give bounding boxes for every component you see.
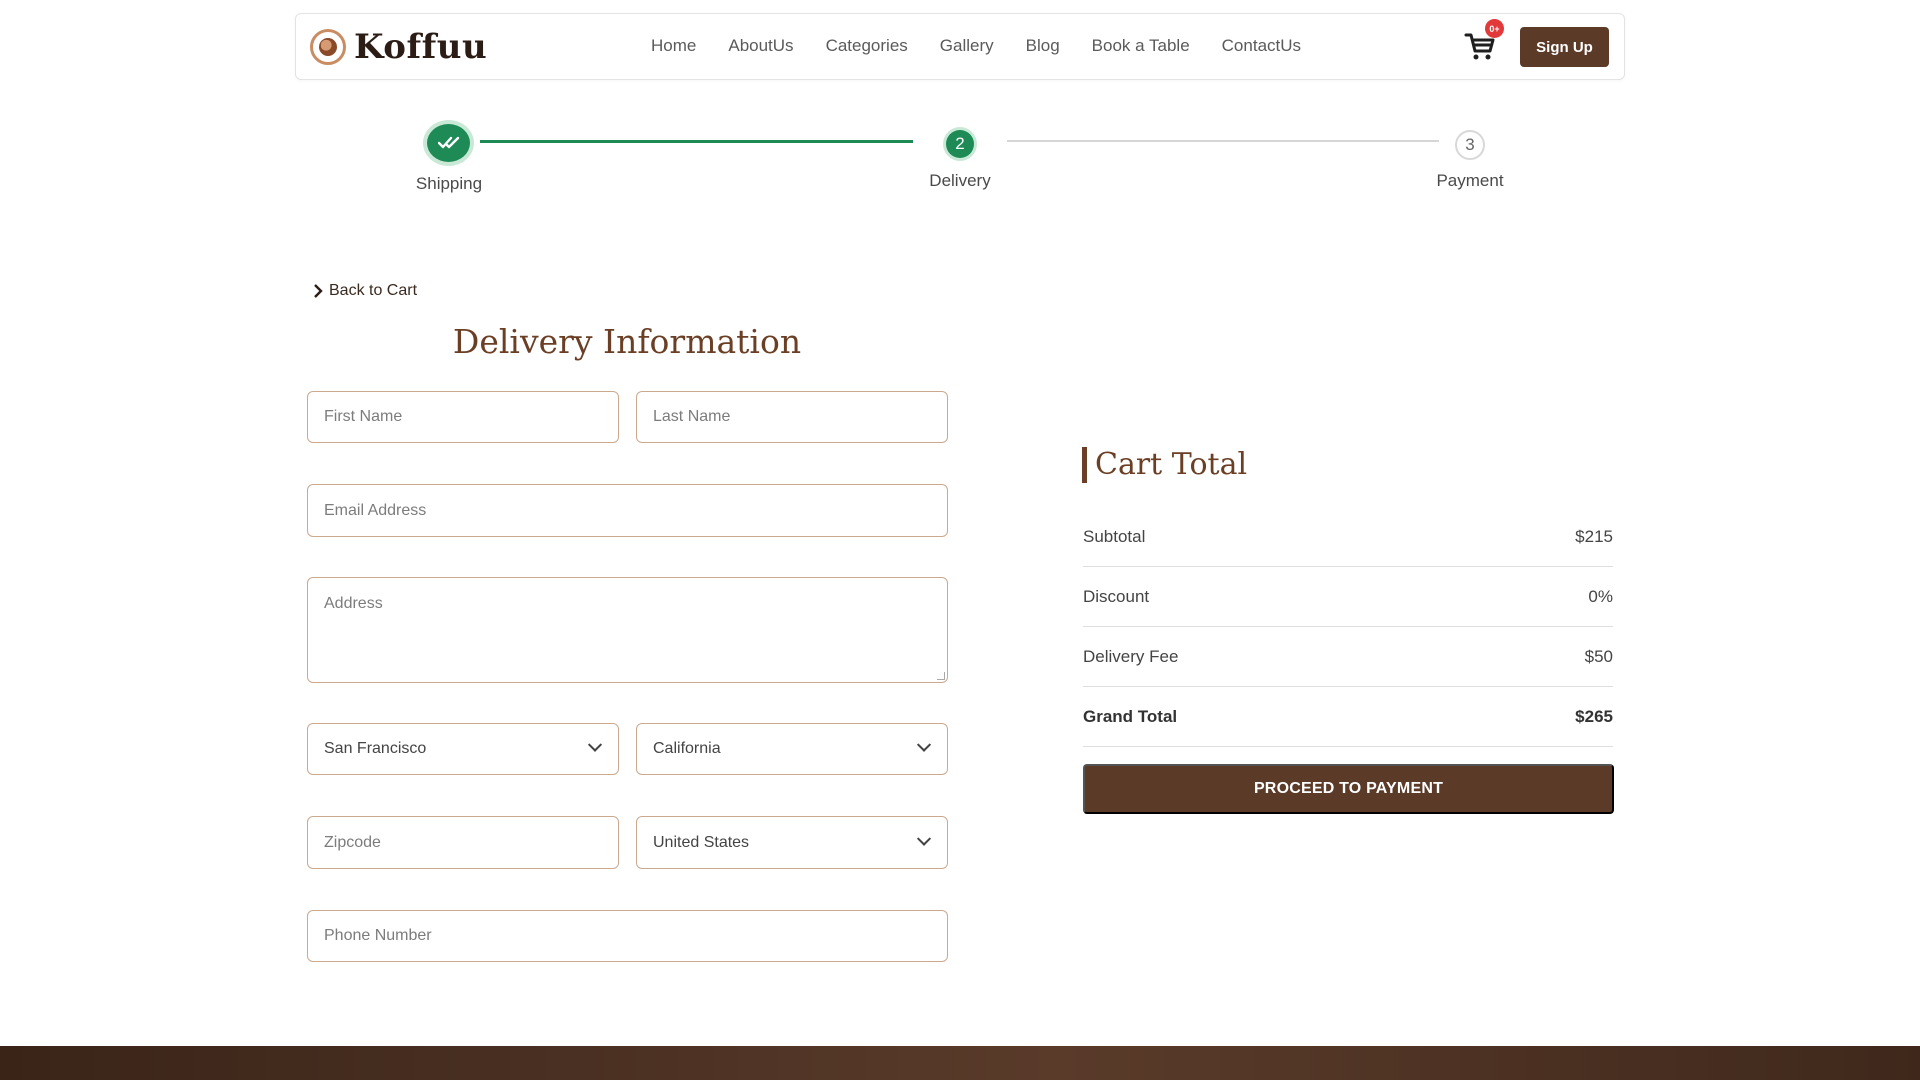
proceed-to-payment-button[interactable]: PROCEED TO PAYMENT — [1083, 764, 1614, 814]
step-label-delivery: Delivery — [929, 171, 991, 190]
city-select-value: San Francisco — [324, 740, 427, 757]
nav-link-book-a-table[interactable]: Book a Table — [1092, 36, 1190, 56]
summary-label: Discount — [1083, 586, 1150, 606]
summary-label: Grand Total — [1083, 706, 1178, 726]
step-shipping-check — [427, 124, 470, 162]
coffee-logo-icon — [310, 29, 346, 65]
summary-row-grand-total: Grand Total $265 — [1083, 687, 1613, 747]
nav-link-contactus[interactable]: ContactUs — [1222, 36, 1301, 56]
delivery-form-title: Delivery Information — [452, 322, 802, 361]
nav-link-aboutus[interactable]: AboutUs — [728, 36, 793, 56]
step-label-payment: Payment — [1436, 171, 1504, 190]
zipcode-input[interactable]: Zipcode — [307, 816, 619, 869]
summary-label: Delivery Fee — [1083, 646, 1179, 666]
summary-row-delivery-fee: Delivery Fee $50 — [1083, 627, 1613, 687]
address-placeholder: Address — [324, 595, 383, 612]
first-name-input[interactable]: First Name — [307, 391, 619, 443]
chevron-down-icon — [916, 831, 932, 846]
summary-value: 0% — [1588, 586, 1613, 606]
brand-logo[interactable]: Koffuu — [310, 27, 487, 67]
back-to-cart-label: Back to Cart — [329, 282, 418, 299]
stepper-progress-line-complete — [480, 140, 913, 143]
nav-link-gallery[interactable]: Gallery — [940, 36, 994, 56]
summary-value: $265 — [1575, 706, 1613, 726]
cart-total-title: Cart Total — [1082, 447, 1247, 483]
address-textarea[interactable]: Address — [307, 577, 948, 683]
sign-up-button[interactable]: Sign Up — [1520, 27, 1609, 67]
email-address-input[interactable]: Email Address — [307, 484, 948, 537]
state-select-value: California — [653, 740, 721, 757]
city-select[interactable]: San Francisco — [307, 723, 619, 775]
chevron-down-icon — [587, 737, 603, 752]
main-nav: Home AboutUs Categories Gallery Blog Boo… — [651, 36, 1333, 56]
summary-row-discount: Discount 0% — [1083, 567, 1613, 627]
stepper-progress-line-pending — [1007, 140, 1439, 142]
nav-link-categories[interactable]: Categories — [826, 36, 908, 56]
phone-number-input[interactable]: Phone Number — [307, 910, 948, 962]
chevron-right-icon — [314, 284, 323, 298]
cart-count-badge: 0+ — [1485, 19, 1504, 38]
country-select[interactable]: United States — [636, 816, 948, 869]
step-payment-number: 3 — [1455, 130, 1485, 160]
last-name-input[interactable]: Last Name — [636, 391, 948, 443]
chevron-down-icon — [916, 737, 932, 752]
footer-background — [0, 1046, 1920, 1080]
summary-value: $50 — [1584, 646, 1613, 666]
country-select-value: United States — [653, 833, 750, 851]
resize-handle-icon[interactable] — [937, 672, 945, 680]
step-label-shipping: Shipping — [415, 174, 483, 193]
summary-row-subtotal: Subtotal $215 — [1083, 507, 1613, 567]
double-check-icon — [437, 136, 459, 149]
top-navbar: Koffuu Home AboutUs Categories Gallery B… — [295, 13, 1625, 80]
nav-link-blog[interactable]: Blog — [1026, 36, 1060, 56]
nav-link-home[interactable]: Home — [651, 36, 696, 56]
back-to-cart-link[interactable]: Back to Cart — [313, 282, 417, 300]
step-delivery-number: 2 — [946, 130, 974, 158]
state-select[interactable]: California — [636, 723, 948, 775]
summary-value: $215 — [1575, 526, 1613, 546]
summary-label: Subtotal — [1083, 526, 1146, 546]
brand-name: Koffuu — [354, 27, 488, 67]
